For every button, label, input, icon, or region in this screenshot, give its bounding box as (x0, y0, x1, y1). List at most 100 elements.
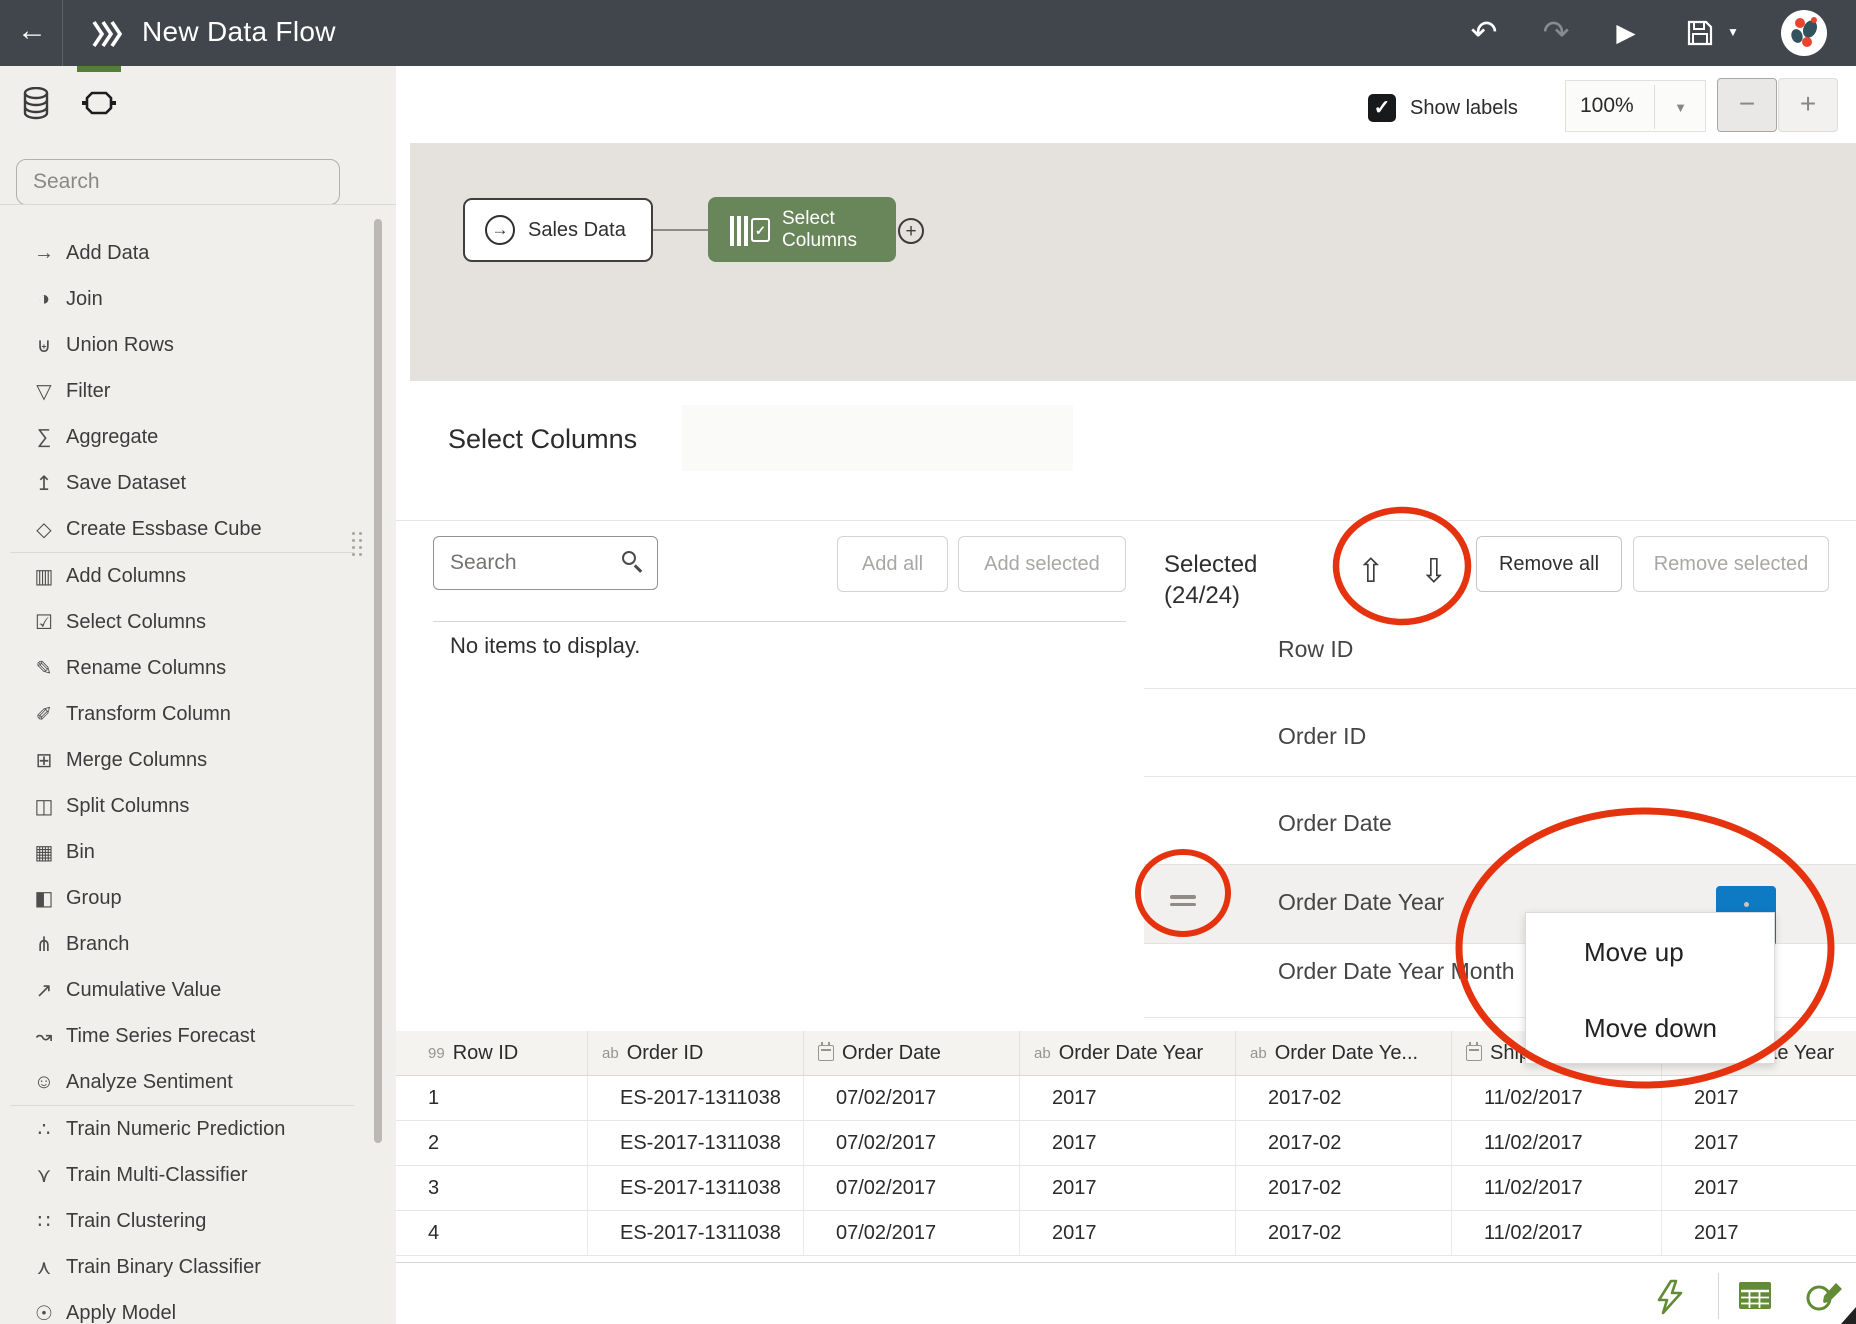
zoom-level-value: 100% (1580, 94, 1634, 117)
sidebar-item-save-dataset[interactable]: ↥ Save Dataset (0, 460, 396, 506)
zoom-in-button[interactable]: + (1778, 78, 1838, 132)
node-label-line2: Columns (782, 229, 857, 251)
sidebar-item-add-data[interactable]: → Add Data (0, 230, 396, 276)
search-icon (622, 551, 646, 575)
sidebar-item-split-columns[interactable]: ◫ Split Columns (0, 783, 396, 829)
sidebar-search-input[interactable] (16, 159, 340, 205)
add-step-button[interactable]: + (898, 218, 924, 244)
caret-down-icon: ▼ (1674, 100, 1687, 115)
remove-all-button[interactable]: Remove all (1476, 536, 1622, 592)
binary-classifier-icon: ⋏ (36, 1256, 52, 1279)
branch-icon: ⋔ (35, 933, 53, 956)
sidebar-item-train-multi-classifier[interactable]: ⋎ Train Multi-Classifier (0, 1152, 396, 1198)
run-dataflow-button[interactable]: ▶ (1606, 18, 1646, 48)
move-down-arrow-button[interactable]: ⇩ (1420, 551, 1448, 590)
sidebar-item-filter[interactable]: ▽ Filter (0, 368, 396, 414)
tab-data-icon[interactable] (22, 87, 50, 121)
sidebar-item-rename-columns[interactable]: ✎ Rename Columns (0, 645, 396, 691)
column-header[interactable]: 99 Row ID (396, 1031, 588, 1075)
tab-flow-icon[interactable] (82, 91, 116, 115)
table-row[interactable]: 2 ES-2017-1311038 07/02/2017 2017 2017-0… (396, 1121, 1856, 1166)
table-row[interactable]: 4 ES-2017-1311038 07/02/2017 2017 2017-0… (396, 1211, 1856, 1256)
edit-run-icon[interactable] (1804, 1279, 1848, 1315)
lightning-refresh-icon[interactable] (1652, 1279, 1688, 1315)
top-bar: ← New Data Flow ↶ ↷ ▶ ▼ (0, 0, 1856, 66)
sidebar-item-join[interactable]: ◑ Join (0, 276, 396, 322)
sidebar-item-add-columns[interactable]: ▥ Add Columns (0, 553, 396, 599)
bin-icon: ▦ (34, 841, 54, 864)
column-header[interactable]: ab Order Date Year (1020, 1031, 1236, 1075)
caret-down-icon: ▼ (1727, 25, 1739, 39)
sidebar-item-cumulative-value[interactable]: ↗ Cumulative Value (0, 967, 396, 1013)
flow-canvas[interactable]: → Sales Data ✓ Select Columns + (410, 143, 1856, 381)
menu-item-move-up[interactable]: Move up (1526, 926, 1774, 978)
sidebar-item-analyze-sentiment[interactable]: ☺ Analyze Sentiment (0, 1059, 396, 1105)
sidebar-item-train-numeric-prediction[interactable]: ∴ Train Numeric Prediction (0, 1106, 396, 1152)
selected-column-row[interactable]: Row ID (1278, 636, 1353, 663)
add-selected-button[interactable]: Add selected (958, 536, 1126, 592)
move-up-arrow-button[interactable]: ⇧ (1357, 551, 1385, 590)
save-dropdown-caret[interactable]: ▼ (1722, 25, 1744, 39)
add-data-icon: → (34, 241, 54, 264)
sidebar: →Add Data ◑Join ⊎Union Rows ▽Filter ∑Agg… (0, 66, 396, 1324)
sidebar-item-select-columns[interactable]: ☑ Select Columns (0, 599, 396, 645)
add-data-node-icon: → (485, 215, 515, 245)
selected-column-row[interactable]: Order ID (1278, 723, 1366, 750)
filter-icon: ▽ (36, 380, 52, 403)
node-connector (653, 229, 708, 231)
save-button[interactable] (1686, 19, 1714, 47)
panel-splitter-grip[interactable] (352, 532, 364, 566)
sidebar-item-bin[interactable]: ▦ Bin (0, 829, 396, 875)
column-header[interactable]: ab Order Date Ye... (1236, 1031, 1452, 1075)
sidebar-item-time-series-forecast[interactable]: ↝ Time Series Forecast (0, 1013, 396, 1059)
transform-column-icon: ✐ (35, 703, 53, 726)
node-sales-data[interactable]: → Sales Data (463, 198, 653, 262)
save-dataset-icon: ↥ (35, 472, 53, 495)
sidebar-item-branch[interactable]: ⋔ Branch (0, 921, 396, 967)
zoom-out-button[interactable]: − (1717, 78, 1777, 132)
table-row[interactable]: 1 ES-2017-1311038 07/02/2017 2017 2017-0… (396, 1076, 1856, 1121)
empty-list-message: No items to display. (450, 633, 641, 658)
sidebar-item-group[interactable]: ◧ Group (0, 875, 396, 921)
active-tab-underline (77, 66, 121, 72)
sidebar-item-aggregate[interactable]: ∑ Aggregate (0, 414, 396, 460)
aggregate-icon: ∑ (36, 425, 52, 448)
sidebar-item-union-rows[interactable]: ⊎ Union Rows (0, 322, 396, 368)
data-flow-editor: ← New Data Flow ↶ ↷ ▶ ▼ Search → Add Dat… (0, 0, 1856, 1324)
topbar-separator (62, 0, 63, 66)
zoom-level-select[interactable]: 100% ▼ (1565, 80, 1706, 132)
node-select-columns[interactable]: ✓ Select Columns (708, 197, 896, 262)
table-view-icon[interactable] (1737, 1279, 1775, 1313)
remove-selected-button[interactable]: Remove selected (1633, 536, 1829, 592)
selected-column-row[interactable]: Order Date (1278, 810, 1392, 837)
plus-icon: + (905, 221, 917, 242)
redo-button[interactable]: ↷ (1534, 13, 1578, 51)
calendar-type-icon (1466, 1042, 1482, 1061)
sidebar-item-train-binary-classifier[interactable]: ⋏ Train Binary Classifier (0, 1244, 396, 1290)
join-icon: ◑ (37, 287, 51, 310)
show-labels-checkbox[interactable]: ✓ (1368, 94, 1396, 122)
selected-column-row[interactable]: Order Date Year (1278, 889, 1444, 916)
sidebar-scrollbar[interactable] (374, 219, 382, 1143)
menu-item-move-down[interactable]: Move down (1526, 1002, 1774, 1054)
sidebar-item-train-clustering[interactable]: ∷ Train Clustering (0, 1198, 396, 1244)
select-columns-icon: ☑ (35, 611, 53, 634)
sidebar-item-apply-model[interactable]: ☉ Apply Model (0, 1290, 396, 1324)
table-row[interactable]: 3 ES-2017-1311038 07/02/2017 2017 2017-0… (396, 1166, 1856, 1211)
back-button[interactable]: ← (12, 14, 52, 48)
sidebar-item-create-essbase-cube[interactable]: ◇ Create Essbase Cube (0, 506, 396, 552)
undo-button[interactable]: ↶ (1462, 13, 1506, 51)
add-all-button[interactable]: Add all (837, 536, 948, 592)
column-header[interactable]: ab Order ID (588, 1031, 804, 1075)
row-context-menu: Move up Move down (1525, 912, 1775, 1064)
clustering-icon: ∷ (37, 1210, 51, 1233)
drag-handle-icon[interactable] (1170, 895, 1196, 907)
column-header[interactable]: Order Date (804, 1031, 1020, 1075)
avatar[interactable] (1780, 9, 1828, 57)
selected-column-row[interactable]: Order Date Year Month (1278, 958, 1515, 985)
text-type-icon: ab (1034, 1044, 1051, 1062)
sentiment-icon: ☺ (33, 1070, 55, 1093)
sidebar-item-merge-columns[interactable]: ⊞ Merge Columns (0, 737, 396, 783)
cube-icon: ◇ (36, 518, 52, 541)
sidebar-item-transform-column[interactable]: ✐ Transform Column (0, 691, 396, 737)
